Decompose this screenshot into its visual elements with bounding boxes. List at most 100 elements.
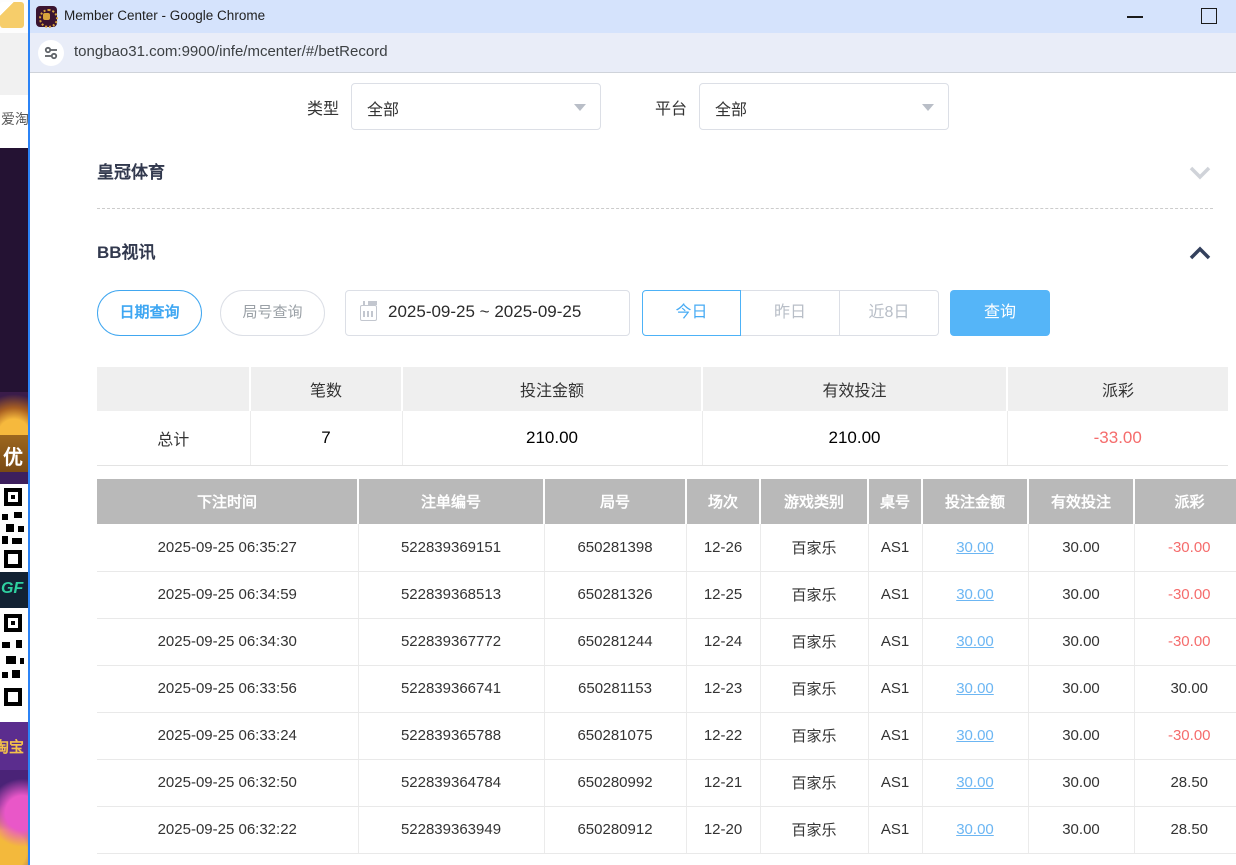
window-title: Member Center - Google Chrome (64, 8, 265, 23)
title-bar: Member Center - Google Chrome (30, 0, 1236, 33)
yesterday-button[interactable]: 昨日 (741, 290, 840, 336)
column-header: 局号 (544, 479, 686, 524)
summary-header-row: 笔数 投注金额 有效投注 派彩 (97, 367, 1228, 411)
bet-amount-link[interactable]: 30.00 (956, 586, 994, 603)
valid-bet-cell: 30.00 (1028, 571, 1134, 618)
table-number-cell: AS1 (868, 618, 922, 665)
url-bar[interactable]: tongbao31.com:9900/infe/mcenter/#/betRec… (30, 33, 1236, 73)
desktop-taobao-text: 淘宝 (0, 736, 24, 757)
query-toolbar: 日期查询 局号查询 2025-09-25 ~ 2025-09-25 今日 昨日 … (97, 290, 1236, 336)
bet-amount-cell: 30.00 (922, 665, 1028, 712)
platform-select[interactable]: 全部 (699, 83, 949, 130)
bet-amount-link[interactable]: 30.00 (956, 633, 994, 650)
round-number-cell: 650280912 (544, 806, 686, 853)
chevron-up-icon[interactable] (1188, 245, 1212, 261)
payout-cell: 30.00 (1134, 665, 1236, 712)
qr-code-bottom (0, 608, 28, 722)
bet-amount-link[interactable]: 30.00 (956, 774, 994, 791)
summary-valid-value: 210.00 (702, 411, 1007, 465)
round-number-cell: 650281153 (544, 665, 686, 712)
date-range-input[interactable]: 2025-09-25 ~ 2025-09-25 (345, 290, 630, 336)
minimize-button[interactable] (1112, 0, 1158, 32)
summary-header-count: 笔数 (250, 367, 402, 411)
today-button[interactable]: 今日 (642, 290, 741, 336)
chevron-down-icon[interactable] (1188, 165, 1212, 181)
date-query-button[interactable]: 日期查询 (97, 290, 202, 336)
bet-time-cell: 2025-09-25 06:32:50 (97, 759, 358, 806)
bet-amount-link[interactable]: 30.00 (956, 680, 994, 697)
summary-total-row: 总计 7 210.00 210.00 -33.00 (97, 411, 1228, 465)
table-row: 2025-09-25 06:34:59 522839368513 6502813… (97, 571, 1236, 618)
calendar-icon (360, 305, 377, 321)
section-divider (97, 208, 1213, 209)
page-content: 类型 全部 平台 全部 皇冠体育 BB视讯 (30, 73, 1236, 864)
section-bb-video[interactable]: BB视讯 (97, 231, 1236, 275)
caret-down-icon (922, 104, 934, 111)
session-cell: 12-24 (686, 618, 760, 665)
section-title-bb: BB视讯 (97, 231, 1236, 275)
bet-time-cell: 2025-09-25 06:34:59 (97, 571, 358, 618)
order-number-cell: 522839364784 (358, 759, 544, 806)
filter-row: 类型 全部 平台 全部 (307, 83, 949, 130)
valid-bet-cell: 30.00 (1028, 618, 1134, 665)
game-art-glow (0, 392, 28, 435)
last8days-button[interactable]: 近8日 (840, 290, 939, 336)
type-select[interactable]: 全部 (351, 83, 601, 130)
game-type-cell: 百家乐 (760, 759, 868, 806)
summary-total-label: 总计 (97, 411, 250, 465)
maximize-button[interactable] (1186, 0, 1232, 32)
order-number-cell: 522839366741 (358, 665, 544, 712)
round-number-cell: 650281244 (544, 618, 686, 665)
bet-time-cell: 2025-09-25 06:35:27 (97, 524, 358, 571)
platform-filter-label: 平台 (655, 95, 687, 119)
payout-cell: 28.50 (1134, 759, 1236, 806)
section-title-crown: 皇冠体育 (97, 151, 1236, 195)
search-button[interactable]: 查询 (950, 290, 1050, 336)
desktop-background-strip: 爱淘 优 GF 淘宝 (0, 0, 28, 865)
bet-amount-cell: 30.00 (922, 806, 1028, 853)
table-row: 2025-09-25 06:33:24 522839365788 6502810… (97, 712, 1236, 759)
desktop-aitao-text: 爱淘 (1, 109, 28, 129)
bet-amount-cell: 30.00 (922, 571, 1028, 618)
summary-header-bet: 投注金额 (402, 367, 702, 411)
desktop-purple-area (0, 148, 28, 392)
purple-band (0, 472, 28, 484)
summary-payout-value: -33.00 (1007, 411, 1228, 465)
caret-down-icon (574, 104, 586, 111)
order-number-cell: 522839369151 (358, 524, 544, 571)
session-cell: 12-23 (686, 665, 760, 712)
session-cell: 12-26 (686, 524, 760, 571)
table-number-cell: AS1 (868, 806, 922, 853)
bet-time-cell: 2025-09-25 06:33:24 (97, 712, 358, 759)
game-type-cell: 百家乐 (760, 712, 868, 759)
bet-records-table: 下注时间注单编号局号场次游戏类别桌号投注金额有效投注派彩 2025-09-25 … (97, 479, 1236, 854)
game-type-cell: 百家乐 (760, 524, 868, 571)
table-row: 2025-09-25 06:32:22 522839363949 6502809… (97, 806, 1236, 853)
table-row: 2025-09-25 06:35:27 522839369151 6502813… (97, 524, 1236, 571)
order-number-cell: 522839367772 (358, 618, 544, 665)
round-number-cell: 650281398 (544, 524, 686, 571)
desktop-gray-area (0, 33, 28, 95)
bet-amount-link[interactable]: 30.00 (956, 821, 994, 838)
bet-amount-cell: 30.00 (922, 712, 1028, 759)
tune-icon[interactable] (38, 40, 64, 66)
url-text[interactable]: tongbao31.com:9900/infe/mcenter/#/betRec… (74, 43, 388, 60)
table-number-cell: AS1 (868, 759, 922, 806)
bet-table-body: 2025-09-25 06:35:27 522839369151 6502813… (97, 524, 1236, 853)
table-number-cell: AS1 (868, 712, 922, 759)
section-crown-sports[interactable]: 皇冠体育 (97, 151, 1236, 195)
column-header: 投注金额 (922, 479, 1028, 524)
valid-bet-cell: 30.00 (1028, 759, 1134, 806)
quick-range-group: 今日 昨日 近8日 (642, 290, 939, 336)
game-type-cell: 百家乐 (760, 665, 868, 712)
bet-time-cell: 2025-09-25 06:34:30 (97, 618, 358, 665)
bet-amount-link[interactable]: 30.00 (956, 539, 994, 556)
round-query-button[interactable]: 局号查询 (220, 290, 325, 336)
session-cell: 12-21 (686, 759, 760, 806)
bet-amount-link[interactable]: 30.00 (956, 727, 994, 744)
site-favicon (36, 6, 57, 27)
column-header: 有效投注 (1028, 479, 1134, 524)
game-type-cell: 百家乐 (760, 806, 868, 853)
table-number-cell: AS1 (868, 571, 922, 618)
order-number-cell: 522839368513 (358, 571, 544, 618)
